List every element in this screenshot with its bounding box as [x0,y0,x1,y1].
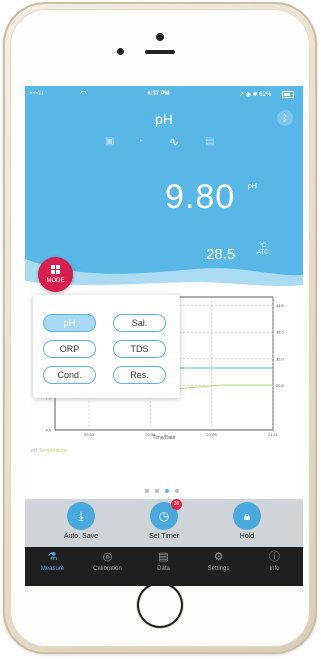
earpiece-speaker [145,50,175,54]
hold-button[interactable]: 🔒︎ Hold [219,502,275,540]
clock-icon: ◷ 36 [150,499,182,530]
x-tick-label: 21:11 [268,432,278,437]
tab-info[interactable]: ⓘ Info [247,550,302,572]
x-axis-label: Time/Date [153,435,176,441]
set-timer-label: Set Timer [149,533,179,540]
tab-settings[interactable]: ⚙ Settings [191,550,246,572]
y-right-tick-label: 26.0 [276,383,285,388]
status-bar: •••ll ◠ 4:37 PM ↗ ◉ ✱ 62% [25,86,303,102]
tab-calibration-label: Calibration [93,566,122,572]
wifi-icon: ◠ [80,89,87,98]
mode-option-ph[interactable]: pH [43,314,96,332]
x-tick-label: 21:05 [207,432,218,437]
trend-icon[interactable]: ∿ [169,135,179,149]
y-axis-right-ticks: 44.0 38.0 32.0 26.0 [276,303,285,388]
page-dot-active [165,489,169,493]
info-icon: ⓘ [269,551,280,563]
mode-option-sal[interactable]: Sal. [113,314,166,332]
page-dot [145,489,149,493]
mode-option-orp[interactable]: ORP [43,340,96,358]
status-time: 4:37 PM [147,91,170,97]
tab-data-label: Data [157,566,170,572]
tab-measure[interactable]: ⚗ Measure [25,550,80,572]
list-icon[interactable]: ▤ [205,136,214,147]
hold-label: Hold [239,533,255,540]
ph-reading: 9.80 [165,178,236,216]
legend-item-temperature: Temperature [38,448,67,454]
timer-badge: 36 [171,499,182,510]
tab-calibration[interactable]: ◎ Calibration [80,550,135,572]
view-mode-switcher: ▣ ◔ ∿ ▤ [105,135,223,150]
mode-option-res[interactable]: Res. [113,366,166,384]
page-dot [175,489,179,493]
save-icon: ⤓ [67,502,95,530]
battery-icon [282,91,294,98]
x-axis-ticks: 20:53 20:59 21:05 21:11 [84,432,279,437]
mode-button-label: MODE [46,278,65,284]
y-right-tick-label: 44.0 [276,303,285,308]
app-screen: •••ll ◠ 4:37 PM ↗ ◉ ✱ 62% pH ᛒ ▣ ◔ ∿ ▤ 9… [25,86,303,586]
lock-icon: 🔒︎ [233,502,261,530]
target-icon: ◎ [102,551,113,563]
ph-unit: pH [248,183,257,190]
page-indicator[interactable] [145,489,185,495]
page-title: pH [155,111,173,127]
tab-info-label: Info [269,566,280,572]
document-icon: ▤ [158,551,169,563]
gear-icon: ⚙ [213,551,224,563]
front-camera [156,33,164,41]
auto-save-label: Auto. Save [63,533,99,540]
y-left-tick-label: 4.0 [45,428,51,433]
square-icon[interactable]: ▣ [105,136,114,147]
y-axis-left-ticks: 7.04.0 [45,396,51,433]
tab-bar: ⚗ Measure ◎ Calibration ▤ Data ⚙ Setting… [25,547,303,586]
gauge-icon[interactable]: ◔ [137,136,143,147]
y-right-tick-label: 32.0 [276,356,285,361]
mode-menu: pH Sal. ORP TDS Cond. Res. [33,295,180,398]
auto-save-button[interactable]: ⤓ Auto. Save [53,502,109,540]
grid-icon [51,265,60,274]
mode-option-cond[interactable]: Cond. [43,366,96,384]
tab-data[interactable]: ▤ Data [136,550,191,572]
status-right: ↗ ◉ ✱ 62% [239,92,272,98]
mode-option-tds[interactable]: TDS [113,340,166,358]
signal-indicator: •••ll [30,91,44,97]
y-right-tick-label: 38.0 [276,330,285,335]
page-dot [155,489,159,493]
tab-measure-label: Measure [40,566,65,572]
x-tick-label: 20:53 [84,432,95,437]
flask-icon: ⚗ [47,551,58,563]
sensor-dot [117,48,124,55]
legend-item-ph: pH [31,448,38,454]
home-button[interactable] [137,582,183,628]
bluetooth-icon[interactable]: ᛒ [277,110,293,126]
set-timer-button[interactable]: ◷ 36 Set Timer [136,499,192,540]
tab-settings-label: Settings [207,566,230,572]
mode-button[interactable]: MODE [38,257,73,292]
chart-legend: pH Temperature [31,448,67,454]
temperature-unit-label: °C [259,243,267,249]
action-bar: ⤓ Auto. Save ◷ 36 Set Timer 🔒︎ Hold [25,499,303,547]
